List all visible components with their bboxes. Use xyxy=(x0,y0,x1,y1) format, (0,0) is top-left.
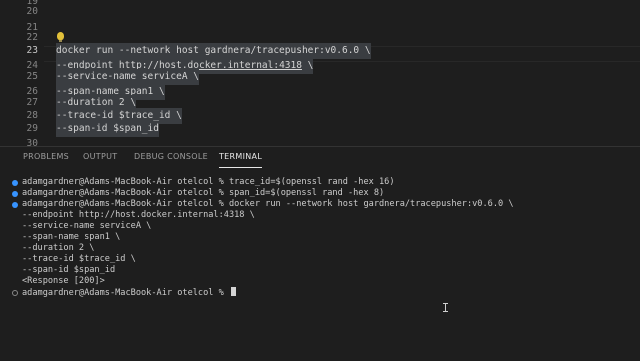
line-number: 29 xyxy=(26,123,38,134)
terminal-text: --trace-id $trace_id \ xyxy=(22,254,136,264)
terminal-line: --span-name span1 \ xyxy=(0,232,640,243)
terminal-text: <Response [200]> xyxy=(22,276,105,286)
terminal-text: --endpoint http://host.docker.internal:4… xyxy=(22,210,255,220)
terminal-cursor xyxy=(230,287,236,296)
line-number: 23 xyxy=(26,45,38,56)
terminal-line: --span-id $span_id xyxy=(0,265,640,276)
terminal-line: <Response [200]> xyxy=(0,276,640,287)
terminal-line: --endpoint http://host.docker.internal:4… xyxy=(0,210,640,221)
terminal-line: adamgardner@Adams-MacBook-Air otelcol % … xyxy=(0,188,640,199)
terminal-text: adamgardner@Adams-MacBook-Air otelcol % … xyxy=(22,177,395,187)
panel-tabs: PROBLEMS OUTPUT DEBUG CONSOLE TERMINAL xyxy=(0,147,640,169)
editor-line: 23 docker run --network host gardnera/tra… xyxy=(0,43,640,59)
terminal-text: adamgardner@Adams-MacBook-Air otelcol % … xyxy=(22,188,385,198)
terminal-line: adamgardner@Adams-MacBook-Air otelcol % … xyxy=(0,177,640,188)
command-success-dot-icon[interactable] xyxy=(12,180,18,186)
tab-debug-console[interactable]: DEBUG CONSOLE xyxy=(134,152,208,161)
line-number: 20 xyxy=(26,6,38,17)
terminal-line: --trace-id $trace_id \ xyxy=(0,254,640,265)
command-success-dot-icon[interactable] xyxy=(12,202,18,208)
line-number: 25 xyxy=(26,71,38,82)
editor-line: 20 xyxy=(0,4,640,20)
line-number: 30 xyxy=(26,138,38,146)
terminal-line: --duration 2 \ xyxy=(0,243,640,254)
editor-line: 25 --service-name serviceA \ xyxy=(0,69,640,85)
mouse-ibeam-cursor-icon xyxy=(443,303,448,312)
editor-line: 30 xyxy=(0,136,640,146)
terminal-text: --service-name serviceA \ xyxy=(22,221,152,231)
command-pending-dot-icon[interactable] xyxy=(12,290,18,296)
terminal-prompt: adamgardner@Adams-MacBook-Air otelcol % xyxy=(22,288,229,298)
tab-problems[interactable]: PROBLEMS xyxy=(23,152,69,161)
terminal-text: --span-id $span_id xyxy=(22,265,116,275)
code-text[interactable]: --span-id $span_id xyxy=(56,121,159,137)
code-editor[interactable]: 19 20 21 22 23 docker run --network host … xyxy=(0,0,640,146)
editor-line: 29 --span-id $span_id xyxy=(0,121,640,137)
code-text[interactable]: docker run --network host gardnera/trace… xyxy=(56,43,371,59)
code-text[interactable]: --service-name serviceA \ xyxy=(56,69,199,85)
terminal-text: --duration 2 \ xyxy=(22,243,95,253)
command-success-dot-icon[interactable] xyxy=(12,191,18,197)
terminal-text: --span-name span1 \ xyxy=(22,232,121,242)
tab-terminal[interactable]: TERMINAL xyxy=(219,152,263,168)
terminal-line: adamgardner@Adams-MacBook-Air otelcol % … xyxy=(0,199,640,210)
bottom-panel: PROBLEMS OUTPUT DEBUG CONSOLE TERMINAL a… xyxy=(0,146,640,361)
terminal-line: --service-name serviceA \ xyxy=(0,221,640,232)
tab-output[interactable]: OUTPUT xyxy=(83,152,117,161)
terminal-text: adamgardner@Adams-MacBook-Air otelcol % … xyxy=(22,199,514,209)
terminal-prompt-line[interactable]: adamgardner@Adams-MacBook-Air otelcol % xyxy=(0,287,640,298)
